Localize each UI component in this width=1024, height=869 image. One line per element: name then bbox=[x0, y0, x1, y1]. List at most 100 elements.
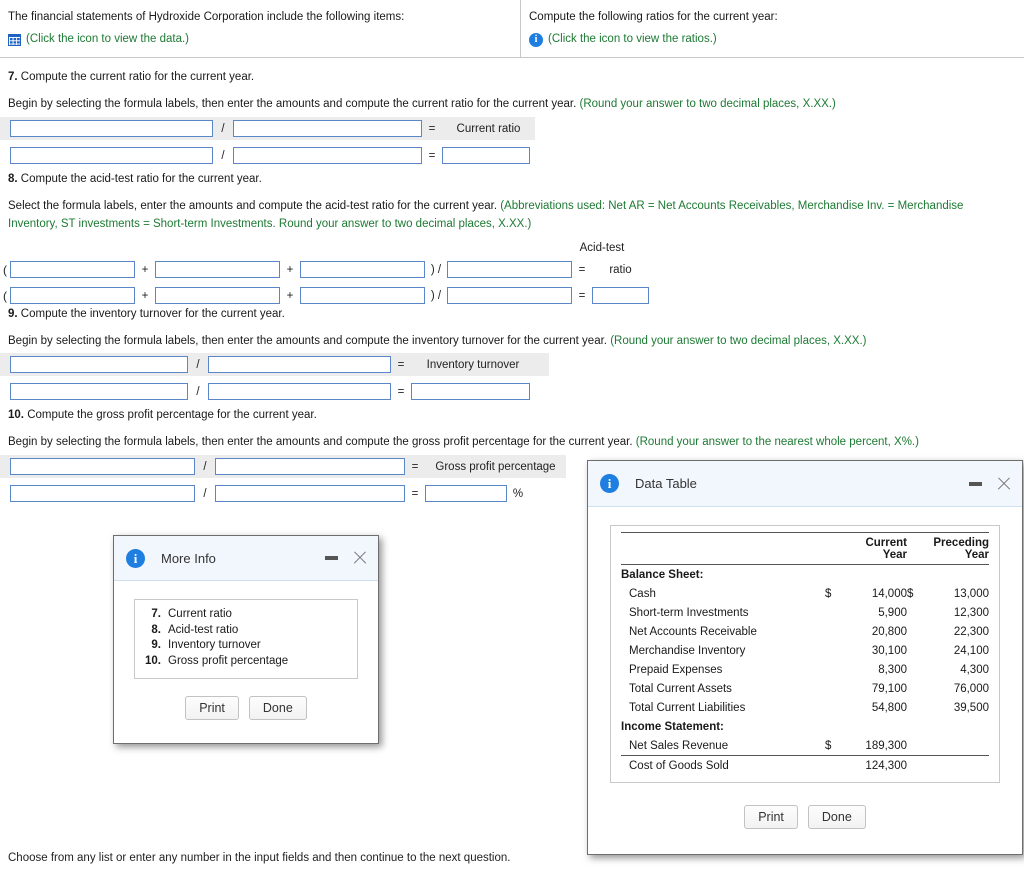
list-item: 8. Acid-test ratio bbox=[144, 623, 348, 639]
question-7-amounts-row: / = bbox=[0, 144, 535, 167]
minimize-icon[interactable] bbox=[325, 556, 338, 560]
question-9-formula-labels-row: / = Inventory turnover bbox=[0, 353, 549, 376]
row-dollar-preceding bbox=[907, 679, 921, 698]
q10-answer-input[interactable] bbox=[425, 485, 507, 502]
q7-numerator-amount-input[interactable] bbox=[10, 147, 213, 164]
q10-divide-operator: / bbox=[203, 460, 207, 473]
column-header-blank bbox=[621, 532, 825, 565]
question-10-instruction: Begin by selecting the formula labels, t… bbox=[0, 433, 1024, 451]
q7-equals-operator: = bbox=[428, 122, 436, 135]
row-current-value: 189,300 bbox=[865, 739, 907, 752]
q10-numerator-label-input[interactable] bbox=[10, 458, 195, 475]
table-row: Total Current Liabilities 54,800 39,500 bbox=[621, 698, 989, 717]
question-9-amounts-row: / = bbox=[0, 380, 549, 403]
table-row: Net Accounts Receivable 20,800 22,300 bbox=[621, 622, 989, 641]
table-row: Net Sales Revenue $ 189,300 bbox=[621, 736, 989, 756]
q9-numerator-label-input[interactable] bbox=[10, 356, 188, 373]
done-button[interactable]: Done bbox=[807, 805, 866, 829]
more-info-footer: Print Done bbox=[134, 696, 358, 721]
row-dollar-preceding bbox=[907, 622, 921, 641]
print-button[interactable]: Print bbox=[744, 805, 798, 829]
row-preceding-value bbox=[921, 736, 989, 756]
q10-denominator-label-input[interactable] bbox=[215, 458, 405, 475]
row-label: Net Sales Revenue bbox=[629, 739, 729, 752]
question-9: 9. Compute the inventory turnover for th… bbox=[0, 308, 1024, 350]
q10-numerator-amount-input[interactable] bbox=[10, 485, 195, 502]
q9-equals-operator: = bbox=[397, 358, 405, 371]
q9-answer-input[interactable] bbox=[411, 383, 530, 400]
data-table-titlebar[interactable]: i Data Table bbox=[588, 461, 1022, 507]
question-9-title: 9. Compute the inventory turnover for th… bbox=[0, 308, 1024, 320]
q8-denominator-amount-input[interactable] bbox=[447, 287, 572, 304]
q7-divide-operator-2: / bbox=[221, 149, 225, 162]
info-icon[interactable]: i bbox=[529, 32, 543, 47]
question-7-instruction: Begin by selecting the formula labels, t… bbox=[0, 95, 1024, 113]
q8-plus-operator-4: + bbox=[286, 289, 294, 302]
data-table-dialog[interactable]: i Data Table Current Year Preceding Year… bbox=[587, 460, 1023, 855]
view-data-link[interactable]: (Click the icon to view the data.) bbox=[26, 31, 189, 49]
q9-result-label: Inventory turnover bbox=[426, 358, 520, 371]
q8-label-input-a[interactable] bbox=[10, 261, 135, 278]
row-label: Total Current Liabilities bbox=[629, 701, 746, 714]
row-current-value: 30,100 bbox=[871, 644, 907, 657]
done-button[interactable]: Done bbox=[248, 696, 307, 721]
question-7-title: 7. Compute the current ratio for the cur… bbox=[0, 71, 1024, 83]
question-7-note: (Round your answer to two decimal places… bbox=[579, 98, 836, 110]
question-8-instruction: Select the formula labels, enter the amo… bbox=[0, 197, 1024, 234]
q10-percent-sign: % bbox=[512, 487, 524, 500]
row-dollar-preceding bbox=[907, 641, 921, 660]
q10-result-label: Gross profit percentage bbox=[435, 460, 556, 473]
q8-amount-input-c[interactable] bbox=[300, 287, 425, 304]
question-8-formula-labels-block: Acid-test ( + + ) / = ratio bbox=[0, 236, 649, 281]
q7-denominator-label-input[interactable] bbox=[233, 120, 422, 137]
row-dollar-preceding: $ bbox=[907, 587, 914, 600]
list-item-number: 8. bbox=[151, 623, 161, 636]
row-dollar-current bbox=[825, 622, 839, 641]
view-ratios-link[interactable]: (Click the icon to view the ratios.) bbox=[548, 31, 717, 49]
q10-divide-operator-2: / bbox=[203, 487, 207, 500]
q8-amount-input-a[interactable] bbox=[10, 287, 135, 304]
row-current-value: 5,900 bbox=[878, 606, 907, 619]
question-9-number: 9. bbox=[8, 308, 18, 320]
question-7-instruction-text: Begin by selecting the formula labels, t… bbox=[8, 98, 580, 110]
q7-answer-input[interactable] bbox=[442, 147, 530, 164]
list-item-label: Acid-test ratio bbox=[168, 623, 239, 636]
q8-equals-operator: = bbox=[578, 263, 586, 276]
minimize-icon[interactable] bbox=[969, 481, 982, 486]
q8-result-label-line1: Acid-test bbox=[579, 242, 625, 254]
q8-amount-input-b[interactable] bbox=[155, 287, 280, 304]
list-item-number: 10. bbox=[145, 654, 161, 667]
grid-icon[interactable] bbox=[8, 33, 21, 46]
q8-equals-operator-2: = bbox=[578, 289, 586, 302]
row-dollar-current bbox=[825, 641, 839, 660]
close-icon[interactable] bbox=[996, 476, 1012, 492]
q7-denominator-amount-input[interactable] bbox=[233, 147, 422, 164]
list-item: 9. Inventory turnover bbox=[144, 638, 348, 654]
q8-label-input-c[interactable] bbox=[300, 261, 425, 278]
list-item: 7. Current ratio bbox=[144, 607, 348, 623]
problem-statement-left: The financial statements of Hydroxide Co… bbox=[0, 0, 521, 57]
q9-numerator-amount-input[interactable] bbox=[10, 383, 188, 400]
q10-denominator-amount-input[interactable] bbox=[215, 485, 405, 502]
row-label: Cash bbox=[629, 587, 656, 600]
question-8: 8. Compute the acid-test ratio for the c… bbox=[0, 173, 1024, 234]
question-10-amounts-row: / = % bbox=[0, 482, 566, 505]
more-info-dialog[interactable]: i More Info 7. Current ratio 8. Acid-tes… bbox=[113, 535, 379, 744]
q7-numerator-label-input[interactable] bbox=[10, 120, 213, 137]
print-button[interactable]: Print bbox=[185, 696, 239, 721]
more-info-titlebar[interactable]: i More Info bbox=[114, 536, 378, 581]
q8-answer-input[interactable] bbox=[592, 287, 649, 304]
close-icon[interactable] bbox=[352, 550, 368, 566]
q8-label-input-b[interactable] bbox=[155, 261, 280, 278]
more-info-body: 7. Current ratio 8. Acid-test ratio 9. I… bbox=[114, 581, 378, 721]
q9-denominator-amount-input[interactable] bbox=[208, 383, 391, 400]
q8-denominator-label-input[interactable] bbox=[447, 261, 572, 278]
data-table-title: Data Table bbox=[635, 476, 697, 491]
q8-close-divide-operator-2: ) / bbox=[430, 289, 442, 302]
q9-denominator-label-input[interactable] bbox=[208, 356, 391, 373]
row-label: Prepaid Expenses bbox=[629, 663, 723, 676]
table-row: Income Statement: bbox=[621, 717, 989, 736]
row-current-value: 54,800 bbox=[871, 701, 907, 714]
list-item-number: 9. bbox=[151, 639, 161, 652]
row-dollar-preceding bbox=[907, 603, 921, 622]
